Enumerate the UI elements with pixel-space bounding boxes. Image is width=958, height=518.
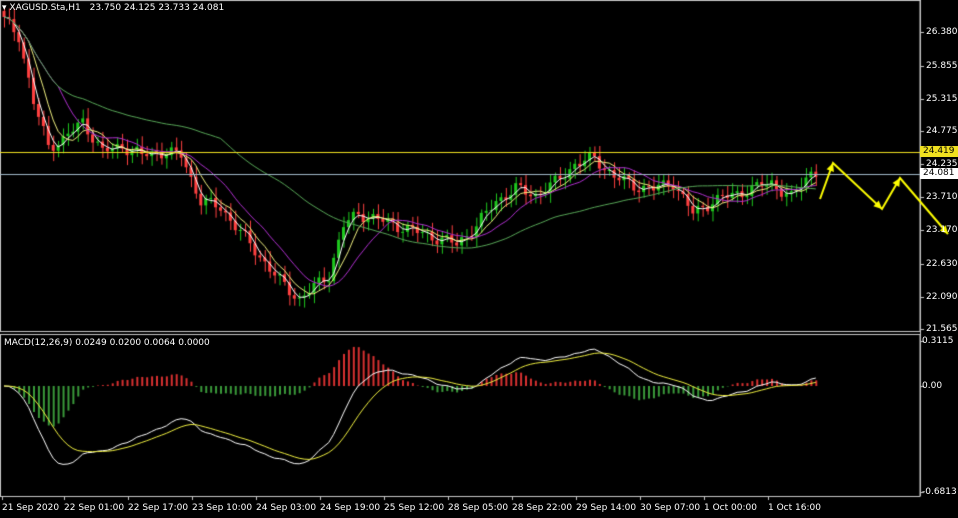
macd-tick-label: 0.3115 — [922, 336, 954, 346]
price-tick-label: 23.170 — [926, 225, 958, 235]
time-tick-label: 25 Sep 12:00 — [384, 503, 445, 513]
price-tick-label: 24.775 — [926, 126, 958, 136]
time-tick-label: 24 Sep 19:00 — [320, 503, 381, 513]
time-tick-label: 1 Oct 00:00 — [704, 503, 757, 513]
symbol-title: XAGUSD.Sta,H1 — [9, 3, 81, 13]
price-tick-label: 23.710 — [926, 192, 958, 202]
price-tick-label: 21.565 — [926, 324, 958, 334]
time-tick-label: 29 Sep 14:00 — [576, 503, 637, 513]
time-tick-label: 22 Sep 17:00 — [128, 503, 189, 513]
time-tick-label: 30 Sep 07:00 — [640, 503, 701, 513]
macd-header: MACD(12,26,9) 0.0249 0.0200 0.0064 0.000… — [4, 338, 210, 348]
time-tick-label: 28 Sep 22:00 — [512, 503, 573, 513]
price-tick-label: 26.380 — [926, 27, 958, 37]
macd-tick-label: 0.00 — [922, 381, 943, 391]
price-tick-label: 25.855 — [926, 61, 958, 71]
last-price-tag: 24.081 — [920, 168, 958, 179]
price-chart-canvas[interactable] — [0, 0, 958, 518]
price-tick-label: 25.315 — [926, 94, 958, 104]
time-tick-label: 22 Sep 01:00 — [64, 503, 125, 513]
price-tick-label: 22.090 — [926, 292, 958, 302]
price-tick-label: 22.630 — [926, 259, 958, 269]
chart-header: ▾ XAGUSD.Sta,H1 23.750 24.125 23.733 24.… — [2, 3, 224, 13]
time-tick-label: 1 Oct 16:00 — [768, 503, 821, 513]
time-tick-label: 23 Sep 10:00 — [192, 503, 253, 513]
macd-tick-label: -0.6813 — [922, 487, 957, 497]
resistance-level-tag: 24.419 — [920, 146, 958, 157]
ohlc-readout: 23.750 24.125 23.733 24.081 — [89, 3, 225, 13]
time-tick-label: 24 Sep 03:00 — [256, 503, 317, 513]
time-tick-label: 28 Sep 05:00 — [448, 503, 509, 513]
time-tick-label: 21 Sep 2020 — [2, 503, 60, 513]
chart-menu-icon[interactable]: ▾ — [2, 3, 7, 13]
